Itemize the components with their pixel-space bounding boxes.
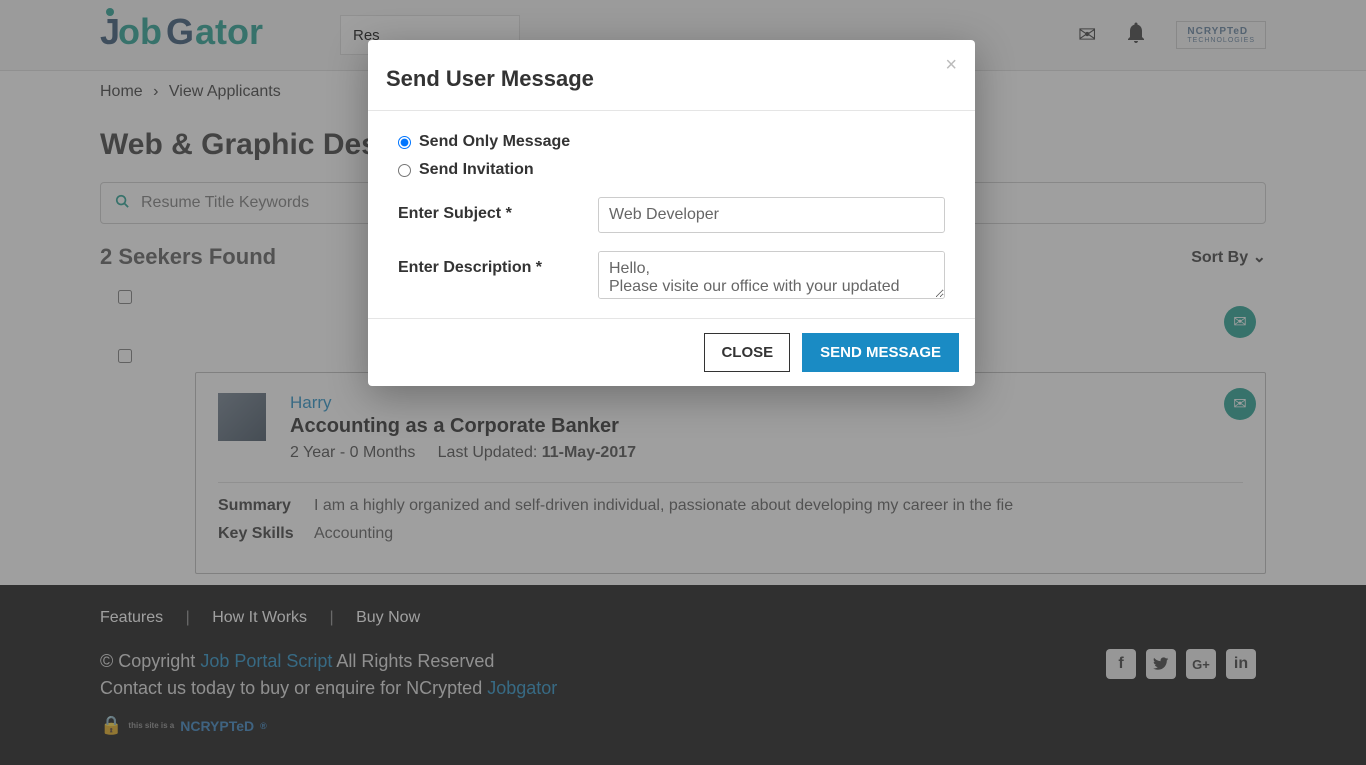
description-label: Enter Description *: [398, 251, 598, 304]
send-message-button[interactable]: SEND MESSAGE: [802, 333, 959, 372]
radio-send-message-label: Send Only Message: [419, 133, 570, 151]
modal-body: Send Only Message Send Invitation Enter …: [368, 111, 975, 318]
close-button[interactable]: CLOSE: [704, 333, 790, 372]
modal-header: Send User Message ×: [368, 40, 975, 111]
close-icon[interactable]: ×: [945, 54, 957, 77]
radio-send-invitation[interactable]: [398, 164, 411, 177]
send-message-modal: Send User Message × Send Only Message Se…: [368, 40, 975, 386]
description-input[interactable]: [598, 251, 945, 299]
subject-input[interactable]: [598, 197, 945, 233]
radio-send-invitation-label: Send Invitation: [419, 161, 534, 179]
modal-title: Send User Message: [386, 66, 945, 92]
radio-send-message[interactable]: [398, 136, 411, 149]
modal-footer: CLOSE SEND MESSAGE: [368, 318, 975, 386]
subject-label: Enter Subject *: [398, 197, 598, 233]
